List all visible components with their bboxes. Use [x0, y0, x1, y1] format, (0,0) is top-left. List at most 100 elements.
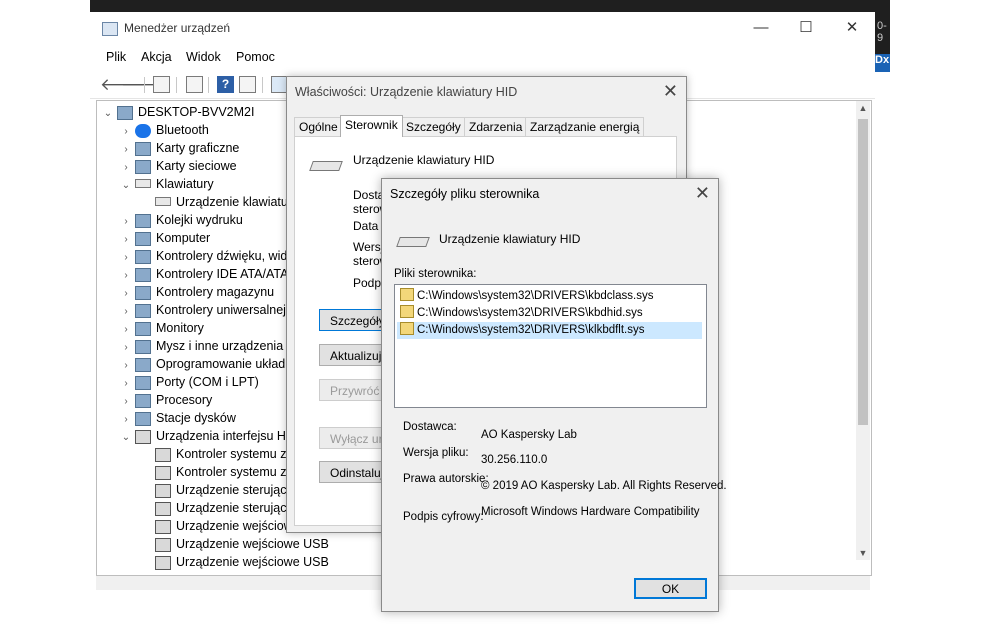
list-item[interactable]: C:\Windows\system32\DRIVERS\kbdclass.sys: [397, 288, 702, 305]
tab-general[interactable]: Ogólne: [294, 117, 343, 136]
tree-node-label: Kontrolery dźwięku, wid: [156, 249, 288, 263]
tree-node-label: Kontrolery IDE ATA/ATAP: [156, 267, 297, 281]
tree-node[interactable]: ⌄ Klawiatury: [119, 175, 214, 193]
tree-node-label: Kontrolery magazynu: [156, 285, 275, 299]
tree-node[interactable]: ⌄ Urządzenia interfejsu HI: [119, 427, 289, 445]
close-button[interactable]: ✕: [829, 12, 875, 44]
tree-node[interactable]: › Kontrolery IDE ATA/ATAP: [119, 265, 297, 283]
file-version-value: 30.256.110.0: [481, 454, 548, 466]
tree-node-label: Oprogramowanie układ: [156, 357, 286, 371]
tree-node-label: Urządzenie wejściow: [176, 519, 293, 533]
device-name: Urządzenie klawiatury HID: [439, 232, 581, 246]
file-path: C:\Windows\system32\DRIVERS\kbdclass.sys: [417, 290, 654, 302]
display-adapter-icon: [135, 142, 151, 157]
tree-node[interactable]: › Kolejki wydruku: [119, 211, 243, 229]
tree-node[interactable]: ⌄ DESKTOP-BVV2M2I: [101, 103, 254, 121]
tree-node[interactable]: Urządzenie wejściowe USB: [139, 553, 329, 571]
tree-node[interactable]: Kontroler systemu zg: [139, 445, 293, 463]
tree-node[interactable]: Urządzenie wejściow: [139, 517, 293, 535]
tree-node[interactable]: › Karty graficzne: [119, 139, 239, 157]
driver-file-details-dialog: Szczegóły pliku sterownika ✕ Urządzenie …: [381, 178, 727, 612]
tree-node-label: Bluetooth: [156, 123, 209, 137]
help-icon[interactable]: ?: [217, 76, 234, 93]
port-icon: [135, 376, 151, 391]
tree-node-label: Urządzenie sterując: [176, 501, 287, 515]
tree-node-label: Monitory: [156, 321, 204, 335]
background-text: 0-9: [877, 20, 887, 44]
tree-node[interactable]: › Stacje dysków: [119, 409, 236, 427]
desktop-background-strip: [90, 0, 890, 12]
collapse-chevron-icon[interactable]: ⌄: [119, 177, 133, 195]
tree-node-label: Procesory: [156, 393, 213, 407]
tab-details[interactable]: Szczegóły: [401, 117, 466, 136]
maximize-button[interactable]: ☐: [783, 12, 829, 44]
monitor-icon: [135, 322, 151, 337]
tree-node[interactable]: › Porty (COM i LPT): [119, 373, 259, 391]
tab-power-management[interactable]: Zarządzanie energią: [525, 117, 645, 136]
menu-view[interactable]: Widok: [186, 50, 221, 64]
dialog-title: Szczegóły pliku sterownika: [390, 187, 540, 201]
tree-node[interactable]: Urządzenie klawiatur: [139, 193, 292, 211]
tab-driver[interactable]: Sterownik: [340, 115, 403, 137]
keyboard-icon: [309, 161, 343, 171]
device-name: Urządzenie klawiatury HID: [353, 153, 495, 167]
tab-strip: Ogólne Sterownik Szczegóły Zdarzenia Zar…: [294, 115, 677, 137]
tree-node[interactable]: › Komputer: [119, 229, 210, 247]
ok-button[interactable]: OK: [634, 578, 707, 599]
tree-node[interactable]: Urządzenie sterując: [139, 481, 286, 499]
usb-icon: [135, 304, 151, 319]
close-icon[interactable]: ✕: [695, 183, 710, 204]
tree-node[interactable]: Kontroler systemu zg: [139, 463, 293, 481]
tree-node[interactable]: › Kontrolery dźwięku, wid: [119, 247, 287, 265]
tree-node[interactable]: › Kontrolery magazynu: [119, 283, 274, 301]
menu-file[interactable]: Plik: [106, 50, 126, 64]
file-version-label: Wersja pliku:: [403, 447, 469, 459]
menu-help[interactable]: Pomoc: [236, 50, 275, 64]
system-file-icon: [400, 288, 414, 301]
menu-action[interactable]: Akcja: [141, 50, 172, 64]
tree-node[interactable]: Urządzenie wejściowe USB: [139, 535, 329, 553]
tree-node-label: Kolejki wydruku: [156, 213, 243, 227]
driver-files-list[interactable]: C:\Windows\system32\DRIVERS\kbdclass.sys…: [394, 284, 707, 408]
tree-node[interactable]: › Bluetooth: [119, 121, 209, 139]
tree-node[interactable]: › Oprogramowanie układ: [119, 355, 285, 373]
list-item[interactable]: C:\Windows\system32\DRIVERS\kbdhid.sys: [397, 305, 702, 322]
tree-node[interactable]: › Karty sieciowe: [119, 157, 237, 175]
toolbar-separator: [144, 77, 145, 93]
minimize-button[interactable]: —: [738, 12, 784, 44]
scrollbar-thumb[interactable]: [858, 119, 868, 425]
tree-node[interactable]: Urządzenie sterując: [139, 499, 286, 517]
system-file-icon: [400, 305, 414, 318]
digital-signer-label: Podpis cyfrowy:: [403, 511, 484, 523]
action-pane-icon[interactable]: [239, 76, 256, 93]
file-path: C:\Windows\system32\DRIVERS\klkbdflt.sys: [417, 324, 645, 336]
tree-node[interactable]: › Procesory: [119, 391, 212, 409]
tree-node-label: Kontroler systemu zg: [176, 447, 294, 461]
tree-node-label: DESKTOP-BVV2M2I: [138, 105, 255, 119]
tab-events[interactable]: Zdarzenia: [464, 117, 528, 136]
tree-node-label: Kontroler systemu zg: [176, 465, 294, 479]
hid-icon: [155, 556, 171, 571]
scroll-up-icon[interactable]: ▲: [856, 101, 870, 115]
toolbar-separator: [262, 77, 263, 93]
hid-icon: [135, 430, 151, 445]
scroll-down-icon[interactable]: ▼: [856, 546, 870, 560]
keyboard-icon: [135, 179, 151, 189]
collapse-chevron-icon[interactable]: ⌄: [101, 105, 115, 123]
tree-node[interactable]: › Monitory: [119, 319, 204, 337]
toolbar-separator: [176, 77, 177, 93]
tree-vertical-scrollbar[interactable]: ▲ ▼: [856, 101, 870, 560]
close-icon[interactable]: ✕: [663, 81, 678, 102]
properties-icon[interactable]: [186, 76, 203, 93]
show-hide-tree-icon[interactable]: [153, 76, 170, 93]
device-manager-titlebar: Menedżer urządzeń — ☐ ✕: [90, 12, 875, 44]
list-item-selected[interactable]: C:\Windows\system32\DRIVERS\klkbdflt.sys: [397, 322, 702, 339]
forward-arrow-icon[interactable]: 🡒: [121, 76, 167, 93]
collapse-chevron-icon[interactable]: ⌄: [119, 429, 133, 447]
tree-node[interactable]: › Kontrolery uniwersalnej: [119, 301, 286, 319]
back-arrow-icon[interactable]: 🡐: [100, 76, 146, 93]
monitor-icon: [135, 232, 151, 247]
storage-controller-icon: [135, 286, 151, 301]
tree-node[interactable]: › Mysz i inne urządzenia w: [119, 337, 296, 355]
provider-label: Dostawca:: [403, 421, 457, 433]
